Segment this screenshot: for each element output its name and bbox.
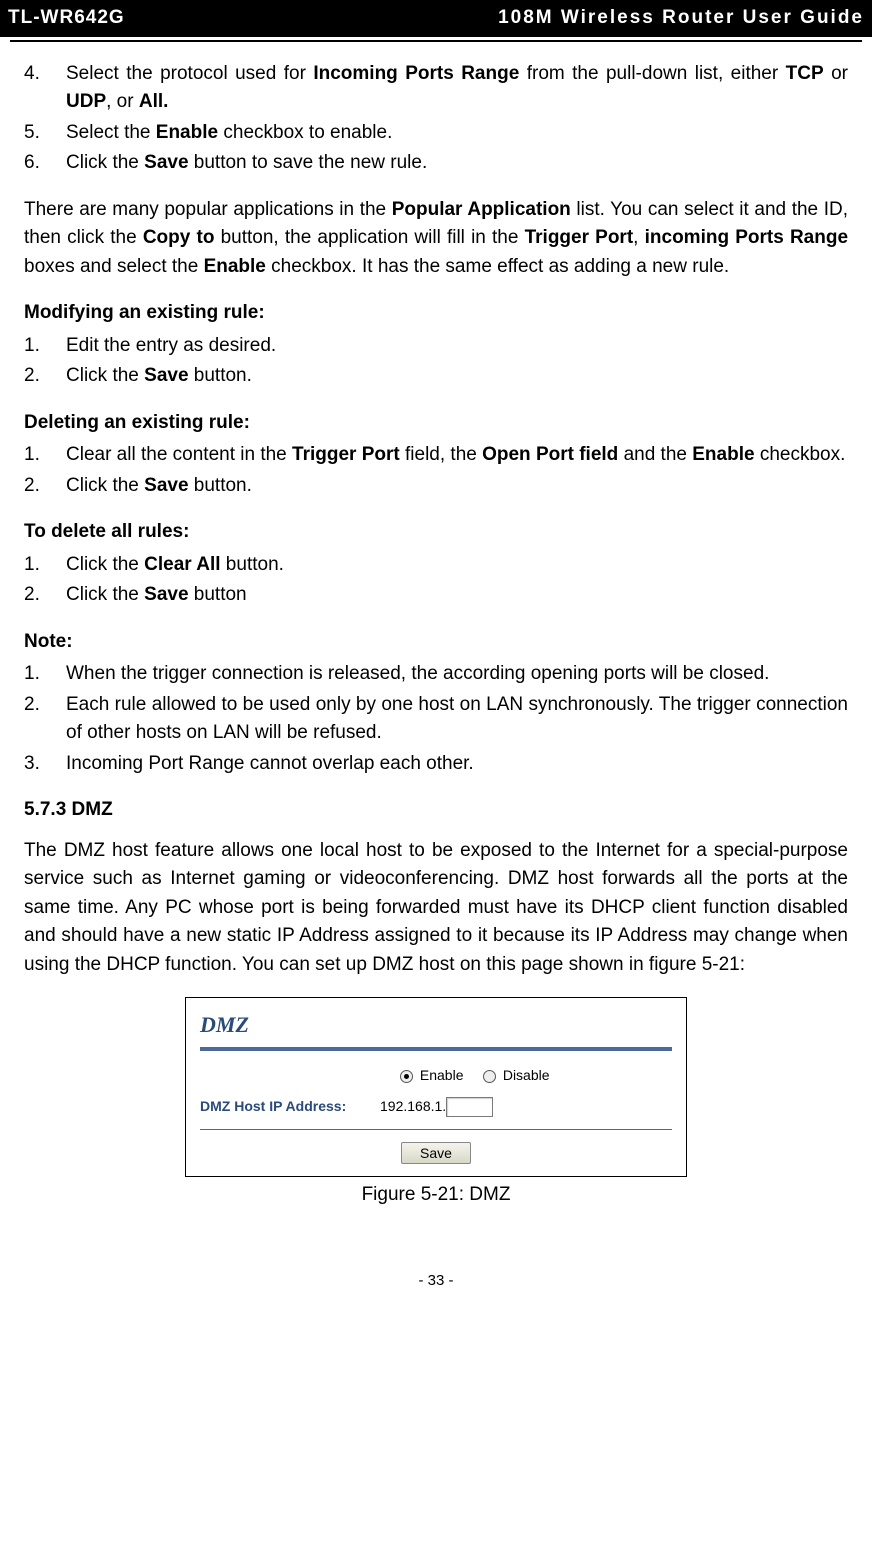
list-item: Clear all the content in the Trigger Por… [66,441,848,470]
save-button[interactable]: Save [401,1142,471,1164]
dmz-figure: DMZ Enable Disable DMZ Host IP Address: … [185,997,687,1177]
list-item: Click the Save button. [66,472,848,501]
list-item: Click the Save button [66,581,848,610]
list-number: 6. [24,149,66,178]
figure-caption: Figure 5-21: DMZ [24,1181,848,1210]
list-number: 2. [24,472,66,501]
list-item: Incoming Port Range cannot overlap each … [66,750,848,779]
list-number: 1. [24,332,66,361]
enable-label: Enable [420,1067,464,1083]
section-5-7-3-heading: 5.7.3 DMZ [24,796,848,825]
list-number: 1. [24,441,66,470]
list-item: Each rule allowed to be used only by one… [66,691,848,748]
modify-rule-list: 1.Edit the entry as desired. 2.Click the… [24,332,848,391]
list-item: Edit the entry as desired. [66,332,848,361]
list-number: 4. [24,60,66,117]
page-number: - 33 - [0,1230,872,1307]
dmz-ip-prefix: 192.168.1. [380,1096,446,1117]
dmz-ip-input[interactable] [446,1097,493,1117]
enable-radio[interactable] [400,1070,413,1083]
dmz-paragraph: The DMZ host feature allows one local ho… [24,837,848,980]
list-number: 1. [24,660,66,689]
list-number: 2. [24,362,66,391]
page-header: TL-WR642G 108M Wireless Router User Guid… [0,0,872,37]
modify-rule-heading: Modifying an existing rule: [24,299,848,328]
header-model: TL-WR642G [8,4,125,33]
list-item: When the trigger connection is released,… [66,660,848,689]
divider [200,1047,672,1051]
list-number: 2. [24,581,66,610]
list-item: Click the Save button. [66,362,848,391]
note-list: 1.When the trigger connection is release… [24,660,848,778]
list-number: 2. [24,691,66,748]
disable-radio[interactable] [483,1070,496,1083]
header-title: 108M Wireless Router User Guide [498,4,864,33]
step-6-text: Click the Save button to save the new ru… [66,149,848,178]
delete-all-heading: To delete all rules: [24,518,848,547]
list-number: 1. [24,551,66,580]
list-item: Click the Clear All button. [66,551,848,580]
list-number: 5. [24,119,66,148]
popular-app-paragraph: There are many popular applications in t… [24,196,848,282]
delete-rule-list: 1.Clear all the content in the Trigger P… [24,441,848,500]
list-number: 3. [24,750,66,779]
divider [200,1129,672,1130]
dmz-ip-label: DMZ Host IP Address: [200,1096,380,1117]
note-heading: Note: [24,628,848,657]
step-5-text: Select the Enable checkbox to enable. [66,119,848,148]
delete-all-list: 1.Click the Clear All button. 2.Click th… [24,551,848,610]
steps-list-continued: 4. Select the protocol used for Incoming… [24,60,848,178]
delete-rule-heading: Deleting an existing rule: [24,409,848,438]
dmz-panel-title: DMZ [200,1008,672,1041]
step-4-text: Select the protocol used for Incoming Po… [66,60,848,117]
disable-label: Disable [503,1067,550,1083]
